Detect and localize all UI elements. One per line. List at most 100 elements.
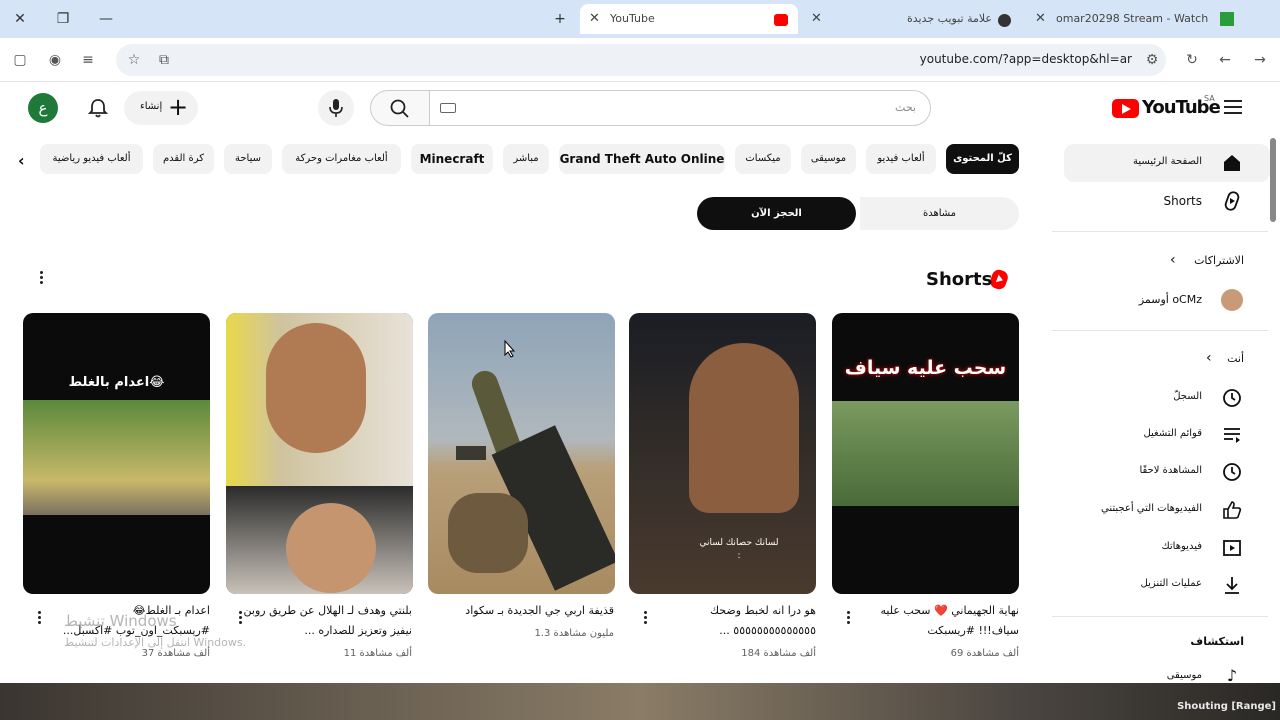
sidebar-item-label: السجلّ	[1173, 391, 1202, 402]
chip-video-games[interactable]: ألعاب فيديو	[866, 144, 936, 174]
site-settings-icon[interactable]: ⚙	[1142, 50, 1162, 70]
short-thumbnail[interactable]: اعدام بالغلط😂	[23, 313, 210, 594]
short-thumbnail[interactable]	[428, 313, 615, 594]
keyboard-icon[interactable]	[440, 103, 456, 113]
youtube-favicon-icon	[774, 14, 788, 26]
forward-icon[interactable]: ←	[1215, 50, 1235, 70]
close-window-icon[interactable]: ✕	[9, 8, 31, 30]
video-icon	[1223, 540, 1241, 556]
history-icon	[1223, 389, 1241, 407]
chevron-left-icon[interactable]: ‹	[18, 151, 25, 170]
game-caption: Shouting [Range]	[1177, 701, 1276, 712]
close-tab-icon[interactable]: ✕	[1035, 4, 1046, 34]
sidebar-scrollbar[interactable]	[1270, 138, 1276, 222]
create-button[interactable]: إنشاء +	[124, 91, 198, 125]
restore-window-icon[interactable]: ❐	[52, 8, 74, 30]
search-icon	[390, 99, 409, 118]
thumbnail-image	[23, 400, 210, 515]
notifications-icon[interactable]	[87, 97, 109, 119]
chip-music[interactable]: موسيقى	[801, 144, 856, 174]
watch-button[interactable]: مشاهدة	[860, 197, 1019, 230]
clock-icon	[1223, 463, 1241, 481]
account-avatar[interactable]: ع	[28, 93, 58, 123]
shorts-heading: Shorts	[926, 269, 993, 290]
short-more-icon[interactable]	[35, 611, 43, 627]
windows-activation-subtitle: انتقل إلى الإعدادات لتنشيط Windows.	[64, 636, 247, 649]
install-app-icon[interactable]: ⧉	[154, 50, 174, 70]
chevron-left-icon[interactable]: ‹	[1206, 350, 1212, 366]
back-icon[interactable]: →	[1250, 50, 1270, 70]
star-icon[interactable]: ☆	[124, 50, 144, 70]
sidebar-item-shorts[interactable]: Shorts	[1064, 182, 1270, 220]
short-views: 11 ألف مشاهدة	[343, 648, 412, 659]
chip-sports-games[interactable]: ألعاب فيديو رياضية	[40, 144, 143, 174]
thumbnail-image	[286, 503, 376, 593]
sidebar-divider	[1052, 616, 1268, 617]
youtube-logo[interactable]: YouTube	[1112, 97, 1221, 121]
book-now-button[interactable]: الحجز الآن	[697, 197, 856, 230]
windows-activation-title: تنشيط Windows	[64, 612, 177, 630]
sidebar-item-home[interactable]: الصفحة الرئيسية	[1064, 144, 1270, 182]
short-views: 37 ألف مشاهدة	[141, 648, 210, 659]
close-tab-icon[interactable]: ✕	[811, 4, 822, 34]
you-heading[interactable]: أنت	[1227, 352, 1244, 365]
chip-minecraft[interactable]: Minecraft	[411, 144, 493, 174]
new-tab-icon[interactable]: +	[549, 8, 571, 30]
chip-all[interactable]: كلّ المحتوى	[946, 144, 1019, 174]
sidebar-item-playlists[interactable]: قوائم التشغيل	[1064, 416, 1270, 454]
sidebar-item-downloads[interactable]: عمليات التنزيل	[1064, 566, 1270, 604]
sidebar-item-label: المشاهدة لاحقًا	[1139, 465, 1202, 476]
minimize-window-icon[interactable]: —	[95, 8, 117, 30]
short-title[interactable]: قذيفة اربي جي الجديدة بـ سكواد	[444, 601, 614, 621]
thumbnail-image	[689, 343, 799, 513]
short-more-icon[interactable]	[641, 611, 649, 627]
sidebar-item-music[interactable]: ♪ موسيقى	[1064, 658, 1270, 685]
sidebar-item-liked[interactable]: الفيديوهات التي أعجبتني	[1064, 491, 1270, 529]
short-title[interactable]: بلنتي وهدف لـ الهلال عن طريق روبن نيفيز …	[242, 601, 412, 641]
short-title[interactable]: هو درا انه لخبط وضحك ٥٥٥٥٥٥٥٥٥٥٥٥٥٥ ...	[646, 601, 816, 641]
browser-tab-bar: ✕ ❐ — + ✕ YouTube ✕ علامة تبويب جديدة ✕ …	[0, 0, 1280, 38]
split-screen-icon[interactable]: ▢	[10, 50, 30, 70]
sidebar-item-watch-later[interactable]: المشاهدة لاحقًا	[1064, 453, 1270, 491]
sidebar-item-your-videos[interactable]: فيديوهاتك	[1064, 529, 1270, 567]
chip-live[interactable]: مباشر	[503, 144, 549, 174]
tab-youtube[interactable]: ✕ YouTube	[580, 4, 798, 34]
search-input[interactable]: بحث	[429, 90, 931, 126]
subscriptions-heading[interactable]: الاشتراكات	[1194, 254, 1244, 267]
chip-tourism[interactable]: سياحة	[224, 144, 272, 174]
chip-gta-online[interactable]: Grand Theft Auto Online	[559, 144, 725, 174]
chevron-left-icon[interactable]: ‹	[1170, 252, 1176, 268]
voice-search-button[interactable]	[318, 90, 354, 126]
chip-football[interactable]: كرة القدم	[153, 144, 214, 174]
close-tab-icon[interactable]: ✕	[589, 4, 600, 34]
search-button[interactable]	[370, 90, 430, 126]
chip-action-adventure[interactable]: ألعاب مغامرات وحركة	[282, 144, 401, 174]
sidebar-item-label: الصفحة الرئيسية	[1133, 156, 1202, 167]
profile-icon[interactable]: ◉	[45, 50, 65, 70]
short-thumbnail[interactable]: سحب عليه سياف	[832, 313, 1019, 594]
chip-mixes[interactable]: ميكسات	[735, 144, 791, 174]
short-more-icon[interactable]	[236, 611, 244, 627]
sidebar-item-label: Shorts	[1163, 194, 1202, 208]
short-thumbnail[interactable]: لسانك حصانك لساني :	[629, 313, 816, 594]
sidebar-item-history[interactable]: السجلّ	[1064, 379, 1270, 417]
sidebar-item-label: أوسمز oCMz	[1138, 293, 1202, 306]
short-thumbnail[interactable]	[226, 313, 413, 594]
search-placeholder: بحث	[895, 101, 916, 114]
short-more-icon[interactable]	[844, 611, 852, 627]
menu-icon[interactable]	[1224, 100, 1242, 114]
reading-list-icon[interactable]: ≡	[78, 50, 98, 70]
home-icon	[1224, 155, 1240, 171]
stream-favicon-icon	[1220, 12, 1234, 26]
playlist-icon	[1224, 428, 1240, 443]
download-icon	[1225, 577, 1239, 594]
sidebar-item-label: قوائم التشغيل	[1143, 428, 1202, 439]
sidebar-item-channel[interactable]: أوسمز oCMz	[1064, 281, 1270, 319]
short-views: 1.3 مليون مشاهدة	[534, 628, 614, 639]
reload-icon[interactable]: ↻	[1182, 50, 1202, 70]
shorts-more-icon[interactable]	[37, 271, 45, 287]
tab-stream[interactable]: ✕ omar20298 Stream - Watch	[1030, 4, 1240, 34]
short-views: 184 ألف مشاهدة	[741, 648, 816, 659]
tab-new-tab[interactable]: ✕ علامة تبويب جديدة	[806, 4, 1026, 34]
short-title[interactable]: نهاية الجهيماني ❤️ سحب عليه سياف!!! #ريس…	[849, 601, 1019, 641]
